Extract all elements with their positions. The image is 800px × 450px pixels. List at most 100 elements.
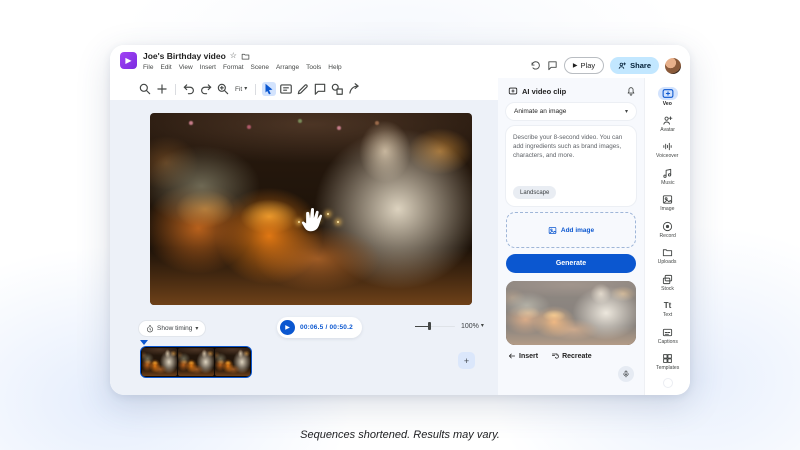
- editor-canvas: Show timing ▾ ▶ 00:06.5 / 00:50.2 100% ▾: [110, 100, 498, 395]
- hanging-flower: [189, 121, 193, 125]
- play-button[interactable]: ▶ Play: [564, 57, 604, 74]
- zoom-level-dropdown[interactable]: 100% ▾: [461, 323, 484, 330]
- version-history-icon[interactable]: [530, 60, 541, 71]
- hanging-flower: [247, 125, 251, 129]
- timeline-playhead[interactable]: [140, 340, 148, 345]
- frame-thumbnail-image: [215, 348, 250, 376]
- sidebar-item-label: Stock: [661, 286, 674, 291]
- menu-view[interactable]: View: [179, 64, 193, 71]
- comment-tool-icon[interactable]: [313, 82, 327, 96]
- fit-dropdown[interactable]: Fit ▾: [233, 86, 249, 93]
- shapes-icon[interactable]: [330, 82, 344, 96]
- menu-arrange[interactable]: Arrange: [276, 64, 299, 71]
- captions-icon: [662, 327, 673, 338]
- play-icon: ▶: [285, 324, 290, 331]
- comment-icon[interactable]: [547, 60, 558, 71]
- vids-app-window: ▶ Joe's Birthday video ☆ File Edit View …: [110, 45, 690, 395]
- sidebar-item-label: Image: [660, 207, 674, 212]
- vids-logo-icon[interactable]: ▶: [120, 52, 137, 69]
- sidebar-more-button[interactable]: [663, 378, 673, 388]
- timeline-play-button[interactable]: ▶: [280, 320, 295, 335]
- add-icon[interactable]: [155, 82, 169, 96]
- sidebar-item-stock[interactable]: Stock: [645, 270, 690, 297]
- candle-flame: [337, 221, 339, 223]
- sidebar-item-avatar[interactable]: Avatar: [645, 111, 690, 138]
- chevron-down-icon: ▾: [481, 323, 484, 329]
- sidebar-item-image[interactable]: Image: [645, 190, 690, 217]
- menu-edit[interactable]: Edit: [160, 64, 171, 71]
- toolbar-divider: [175, 84, 176, 95]
- insert-button[interactable]: Insert: [508, 352, 538, 360]
- generate-button[interactable]: Generate: [506, 254, 636, 273]
- share-arrow-icon[interactable]: [347, 82, 361, 96]
- recreate-icon: [551, 352, 559, 360]
- play-icon: ▶: [573, 62, 578, 69]
- stock-icon: [662, 274, 673, 285]
- zoom-slider[interactable]: [415, 322, 455, 330]
- sidebar-item-voiceover[interactable]: Voiceover: [645, 137, 690, 164]
- slider-fill: [415, 326, 429, 328]
- menu-scene[interactable]: Scene: [251, 64, 269, 71]
- record-icon: [662, 221, 673, 232]
- add-image-label: Add image: [561, 227, 594, 234]
- sidebar-item-veo[interactable]: Veo: [645, 84, 690, 111]
- pen-icon[interactable]: [296, 82, 310, 96]
- account-avatar[interactable]: [665, 58, 681, 74]
- editor-toolbar: Fit ▾: [110, 78, 498, 100]
- filmstrip-frame[interactable]: [142, 348, 177, 376]
- star-icon[interactable]: ☆: [230, 52, 237, 60]
- plus-icon: +: [464, 356, 469, 366]
- sidebar-item-label: Templates: [656, 366, 679, 371]
- add-scene-button[interactable]: +: [458, 352, 475, 369]
- menu-insert[interactable]: Insert: [200, 64, 216, 71]
- filmstrip-frame[interactable]: [178, 348, 213, 376]
- search-icon[interactable]: [138, 82, 152, 96]
- menu-file[interactable]: File: [143, 64, 153, 71]
- redo-icon[interactable]: [199, 82, 213, 96]
- sidebar-item-uploads[interactable]: Uploads: [645, 243, 690, 270]
- ai-video-clip-panel: AI video clip Animate an image ▾ Describ…: [498, 78, 644, 395]
- timeline-filmstrip[interactable]: [140, 346, 252, 378]
- fit-label: Fit: [235, 86, 242, 93]
- menu-help[interactable]: Help: [328, 64, 341, 71]
- hand-cursor: [298, 205, 328, 235]
- menu-bar: File Edit View Insert Format Scene Arran…: [143, 64, 342, 71]
- prompt-input[interactable]: Describe your 8-second video. You can ad…: [506, 126, 636, 206]
- video-frame[interactable]: [150, 113, 472, 305]
- image-icon: [662, 194, 673, 205]
- insert-label: Insert: [519, 353, 538, 360]
- voice-input-button[interactable]: [618, 366, 634, 382]
- generated-preview[interactable]: [506, 281, 636, 345]
- menu-tools[interactable]: Tools: [306, 64, 321, 71]
- sidebar-item-label: Record: [659, 233, 675, 238]
- show-timing-button[interactable]: Show timing ▾: [138, 320, 206, 337]
- sidebar-item-text[interactable]: Tt Text: [645, 296, 690, 323]
- bell-icon[interactable]: [626, 86, 636, 96]
- zoom-icon[interactable]: [216, 82, 230, 96]
- text-box-icon[interactable]: [279, 82, 293, 96]
- sidebar-item-label: Text: [663, 313, 672, 318]
- menu-format[interactable]: Format: [223, 64, 244, 71]
- sidebar-item-label: Voiceover: [656, 154, 678, 159]
- sidebar-item-templates[interactable]: Templates: [645, 349, 690, 376]
- avatar-icon: [662, 115, 673, 126]
- slider-handle[interactable]: [428, 322, 431, 330]
- share-button[interactable]: Share: [610, 57, 659, 74]
- select-tool-icon[interactable]: [262, 82, 276, 96]
- sidebar-item-music[interactable]: Music: [645, 164, 690, 191]
- arrow-left-icon: [508, 352, 516, 360]
- undo-icon[interactable]: [182, 82, 196, 96]
- microphone-icon: [622, 370, 630, 378]
- sidebar-item-record[interactable]: Record: [645, 217, 690, 244]
- filmstrip-frame[interactable]: [215, 348, 250, 376]
- mode-selector-dropdown[interactable]: Animate an image ▾: [506, 103, 636, 120]
- add-image-button[interactable]: Add image: [506, 212, 636, 248]
- sidebar-item-captions[interactable]: Captions: [645, 323, 690, 350]
- show-timing-label: Show timing: [157, 325, 192, 332]
- aspect-ratio-chip[interactable]: Landscape: [513, 186, 556, 199]
- document-title[interactable]: Joe's Birthday video: [143, 51, 226, 61]
- move-folder-icon[interactable]: [241, 52, 250, 61]
- recreate-button[interactable]: Recreate: [551, 352, 592, 360]
- panel-title: AI video clip: [522, 87, 622, 96]
- transport-control: ▶ 00:06.5 / 00:50.2: [277, 317, 362, 338]
